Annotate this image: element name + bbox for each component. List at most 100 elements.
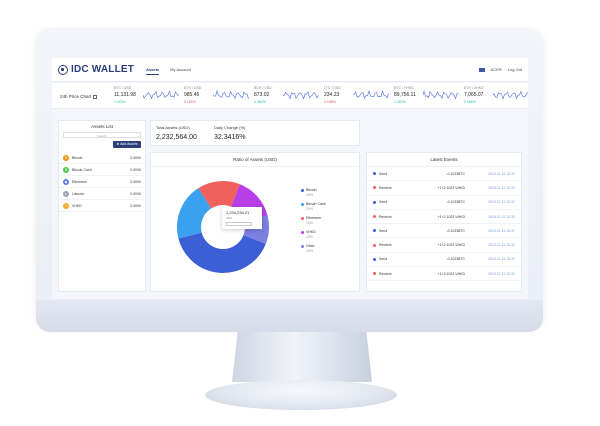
price-chart-label[interactable]: 24h Price Chart — [60, 94, 98, 99]
assets-list-title: Assets List — [91, 124, 113, 129]
ticker-change: 1.302% — [394, 100, 406, 104]
event-amount: -0.10238TC — [446, 200, 465, 205]
event-time: 2018.01.11 13:33 — [488, 214, 515, 219]
legend-item[interactable]: Other 10% — [301, 244, 326, 253]
account-name[interactable]: ACER — [491, 67, 502, 72]
nav-assets[interactable]: Assets — [146, 67, 160, 75]
event-row[interactable]: Send -0.10238TC 2018.01.11 13:37 — [367, 196, 521, 210]
assets-list-panel: Assets List Search ⊕ Add Assets B Bitcoin… — [58, 120, 146, 292]
event-time: 2018.01.11 13:33 — [488, 271, 515, 276]
asset-row[interactable]: Ł Litecoin 0.0000 — [59, 188, 145, 200]
legend-item[interactable]: Bitcoin 40% — [301, 188, 326, 197]
main-nav: Assets My Account — [146, 67, 191, 75]
app-logo[interactable]: IDC WALLET — [58, 64, 134, 75]
add-assets-label: Add Assets — [120, 142, 138, 146]
ticker-change: 0.115% — [184, 100, 196, 104]
asset-row[interactable]: B Bitcoin Cash 0.0000 — [59, 164, 145, 176]
event-amount: +1+2.1023 VHKD — [437, 243, 465, 248]
event-row[interactable]: Receive +1+2.1023 VHKD 2018.01.11 13:33 — [367, 181, 521, 196]
asset-name: Ethereum — [72, 179, 88, 184]
assets-search-input[interactable]: Search — [63, 132, 141, 138]
events-title: Latest Events — [367, 153, 521, 167]
receive-icon — [373, 186, 376, 190]
logo-icon — [58, 64, 68, 75]
asset-row[interactable]: ◆ Ethereum 0.0000 — [59, 176, 145, 188]
event-type: Send — [379, 200, 388, 205]
asset-row[interactable]: V VHKD 0.0000 — [59, 200, 145, 212]
event-type: Receive — [379, 271, 392, 276]
add-assets-button[interactable]: ⊕ Add Assets — [113, 141, 141, 148]
legend-label: Bitcoin Cash — [306, 202, 326, 206]
sparkline-icon — [283, 91, 319, 100]
ticker-item[interactable]: BTC / USD 11,131.98 1.302% — [114, 86, 184, 108]
price-ticker-bar: 24h Price Chart BTC / USD 11,131.98 1.302%… — [52, 83, 528, 109]
chart-tooltip: 1,234,234.21 40% — [222, 207, 262, 229]
asset-name: Litecoin — [72, 191, 85, 196]
receive-icon — [373, 272, 376, 276]
event-time: 2018.01.11 13:37 — [488, 228, 515, 233]
legend-label: VHKD — [306, 230, 316, 234]
legend-item[interactable]: Bitcoin Cash 20% — [301, 202, 326, 211]
send-icon — [373, 172, 376, 176]
monitor-stand-base — [205, 380, 397, 410]
chart-legend: Bitcoin 40% Bitcoin Cash 20% Ethereum 15% VHKD… — [301, 188, 326, 258]
logout-link[interactable]: Log Out — [508, 67, 522, 72]
nav-my-account[interactable]: My Account — [170, 67, 191, 75]
send-icon — [373, 200, 376, 204]
asset-amount: 0.0000 — [130, 155, 141, 160]
monitor-stand-neck — [232, 332, 372, 382]
event-row[interactable]: Send -0.10238TC 2018.01.11 13:37 — [367, 224, 521, 239]
legend-percent: 15% — [306, 221, 314, 225]
event-row[interactable]: Receive +1+2.1023 VHKD 2018.01.11 13:33 — [367, 238, 521, 253]
event-row[interactable]: Send -0.10238TC 2018.01.11 13:37 — [367, 253, 521, 268]
legend-label: Bitcoin — [306, 188, 317, 192]
coin-icon: V — [63, 202, 69, 209]
asset-name: Bitcoin Cash — [72, 167, 92, 172]
flag-icon[interactable] — [478, 67, 485, 72]
calendar-icon — [93, 94, 98, 99]
ticker-change: 0.186% — [324, 100, 336, 104]
legend-label: Ethereum — [306, 216, 322, 220]
legend-percent: 40% — [306, 193, 314, 197]
coin-icon: B — [63, 154, 69, 161]
ticker-change: 1.302% — [114, 100, 126, 104]
legend-percent: 15% — [306, 235, 314, 239]
price-chart-text: 24h Price Chart — [60, 94, 92, 99]
wallet-screen: IDC WALLET Assets My Account ACER Log Ou… — [52, 58, 528, 299]
legend-label: Other — [306, 244, 315, 248]
ticker-item[interactable]: ETH / USD 985.46 0.115% — [184, 86, 254, 108]
app-name: IDC WALLET — [71, 64, 135, 75]
asset-ratio-panel: Ratio of Assets (USD) 1,234,234.21 40% B… — [150, 152, 360, 292]
summary-panel: Total Assets (USD) 2,232,564.00 Daily Ch… — [150, 120, 360, 146]
event-type: Send — [379, 257, 388, 262]
event-amount: -0.10238TC — [446, 257, 465, 262]
ticker-item[interactable]: BCH / USD 873.02 3.384% — [254, 86, 324, 108]
legend-dot-icon — [301, 188, 304, 192]
ticker-item[interactable]: ETH / VHKD 7,065.07 0.086% — [464, 86, 528, 108]
ticker-item[interactable]: LTC / USD 234.23 0.186% — [324, 86, 394, 108]
legend-percent: 20% — [306, 207, 314, 211]
event-row[interactable]: Receive +1+2.1023 VHKD 2018.01.11 13:33 — [367, 210, 521, 225]
event-time: 2018.01.11 13:33 — [488, 185, 515, 190]
latest-events-panel: Latest Events Send -0.10238TC 2018.01.11 1… — [366, 152, 522, 292]
legend-dot-icon — [301, 202, 304, 206]
event-type: Send — [379, 228, 388, 233]
top-bar: IDC WALLET Assets My Account ACER Log Ou… — [52, 58, 528, 82]
asset-ratio-donut — [177, 181, 269, 273]
total-assets-label: Total Assets (USD) — [156, 125, 190, 130]
tooltip-value: 1,234,234.21 — [226, 210, 250, 215]
ratio-title: Ratio of Assets (USD) — [151, 153, 359, 167]
asset-row[interactable]: B Bitcoin 0.0000 — [59, 152, 145, 164]
ticker-item[interactable]: BTC / VHKD 89,756.11 1.302% — [394, 86, 464, 108]
sparkline-icon — [143, 90, 179, 100]
asset-amount: 0.0000 — [130, 167, 141, 172]
receive-icon — [373, 243, 376, 247]
legend-item[interactable]: VHKD 15% — [301, 230, 326, 239]
receive-icon — [373, 215, 376, 219]
legend-item[interactable]: Ethereum 15% — [301, 216, 326, 225]
event-row[interactable]: Send -0.10238TC 2018.01.11 13:37 — [367, 167, 521, 182]
event-row[interactable]: Receive +1+2.1023 VHKD 2018.01.11 13:33 — [367, 267, 521, 282]
send-icon — [373, 257, 376, 261]
asset-name: Bitcoin — [72, 155, 83, 160]
monitor-chin — [36, 300, 543, 332]
